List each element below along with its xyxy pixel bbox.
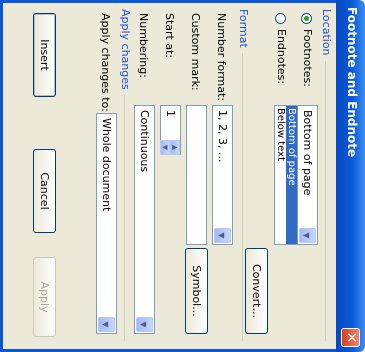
convert-button[interactable]: Convert... xyxy=(245,248,268,334)
numbering-label: Numbering: xyxy=(137,13,150,78)
insert-button[interactable]: Insert xyxy=(33,13,56,97)
custom-mark-input[interactable] xyxy=(186,105,207,245)
close-button[interactable]: ✕ xyxy=(341,328,360,347)
apply-to-label: Apply changes to: xyxy=(99,13,112,113)
footnotes-radio-label: Footnotes: xyxy=(301,29,314,87)
footnotes-position-value: Bottom of page xyxy=(301,110,314,196)
number-format-label: Number format: xyxy=(215,13,228,102)
apply-to-dropdown[interactable]: Whole document ▼ xyxy=(96,113,117,334)
chevron-down-icon[interactable]: ▼ xyxy=(299,228,316,243)
apply-button[interactable]: Apply xyxy=(33,257,56,337)
apply-to-value: Whole document xyxy=(100,118,113,212)
title-bar[interactable]: Footnote and Endnote ✕ xyxy=(336,0,365,352)
dialog-body: Location Footnotes: Bottom of page ▼ Bot… xyxy=(0,0,336,352)
endnotes-radio[interactable] xyxy=(275,13,286,24)
number-format-dropdown[interactable]: 1, 2, 3, ... ▼ xyxy=(212,105,233,245)
format-separator xyxy=(242,53,243,341)
list-option-bottom-of-page[interactable]: Bottom of page xyxy=(286,106,297,244)
cancel-button[interactable]: Cancel xyxy=(33,149,56,233)
chevron-down-icon[interactable]: ▼ xyxy=(98,317,115,332)
start-at-value: 1 xyxy=(164,110,177,117)
apply-changes-group-label: Apply changes xyxy=(119,9,132,90)
close-icon: ✕ xyxy=(343,331,359,344)
custom-mark-label: Custom mark: xyxy=(189,13,202,91)
apply-changes-separator xyxy=(124,95,125,341)
format-group-label: Format xyxy=(237,9,250,48)
number-format-value: 1, 2, 3, ... xyxy=(216,110,229,163)
chevron-down-icon[interactable]: ▼ xyxy=(214,228,231,243)
numbering-dropdown[interactable]: Continuous ▼ xyxy=(134,105,155,334)
dialog-title: Footnote and Endnote xyxy=(345,7,359,158)
numbering-value: Continuous xyxy=(138,110,151,173)
location-separator xyxy=(325,61,326,341)
endnotes-radio-label: Endnotes: xyxy=(275,29,288,85)
spin-down-icon[interactable]: ▼ xyxy=(160,140,170,155)
footnotes-position-dropdown[interactable]: Bottom of page ▼ xyxy=(297,105,318,245)
spin-up-icon[interactable]: ▲ xyxy=(170,140,180,155)
chevron-down-icon[interactable]: ▼ xyxy=(136,317,153,332)
start-at-label: Start at: xyxy=(163,13,176,59)
list-option-below-text[interactable]: Below text xyxy=(275,106,286,244)
location-group-label: Location xyxy=(320,9,333,56)
footnotes-position-list[interactable]: Bottom of page Below text xyxy=(274,105,298,245)
dialog-window: Footnote and Endnote ✕ Location Footnote… xyxy=(0,0,365,352)
footnotes-radio[interactable] xyxy=(301,13,312,24)
symbol-button[interactable]: Symbol... xyxy=(185,248,208,334)
